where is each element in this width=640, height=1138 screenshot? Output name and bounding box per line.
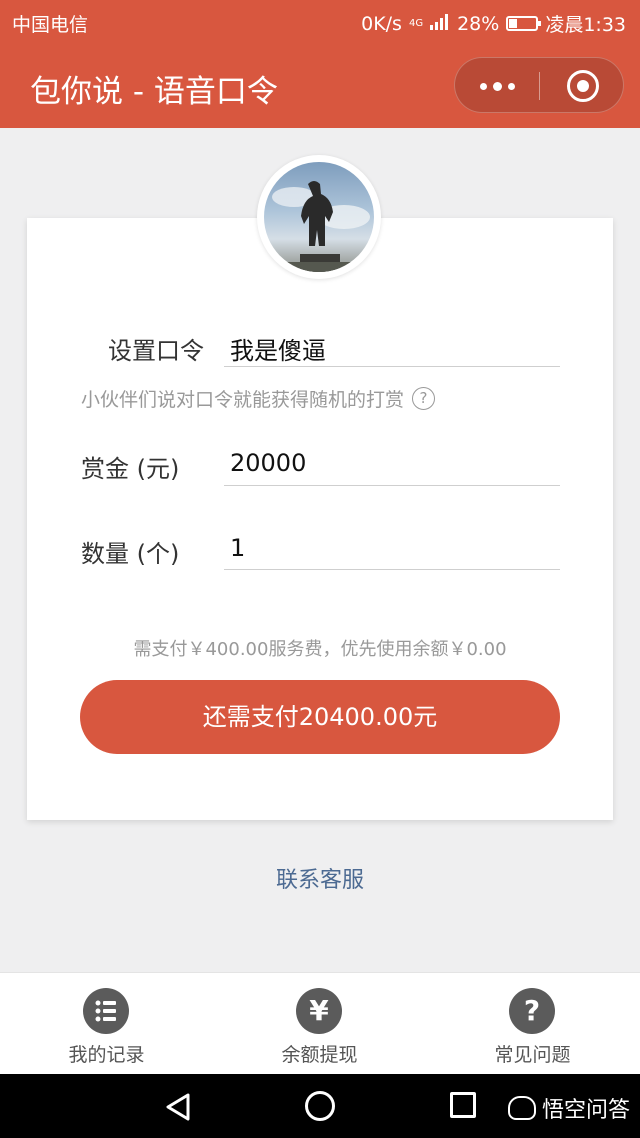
count-input[interactable]: 1 [230, 534, 245, 562]
mini-program-capsule [454, 57, 624, 113]
list-icon [83, 988, 129, 1034]
yuan-icon: ¥ [296, 988, 342, 1034]
tab-withdraw[interactable]: ¥ 余额提现 [213, 973, 426, 1075]
form-card: 设置口令 我是傻逼 小伙伴们说对口令就能获得随机的打赏 ? 赏金 (元) 200… [27, 218, 613, 820]
count-label: 数量 (个) [81, 540, 180, 568]
tab-faq[interactable]: ? 常见问题 [426, 973, 639, 1075]
home-icon[interactable] [305, 1091, 335, 1121]
help-icon[interactable]: ? [412, 387, 436, 410]
password-hint: 小伙伴们说对口令就能获得随机的打赏 ? [81, 385, 436, 412]
wukong-logo-icon [508, 1096, 536, 1120]
recent-apps-icon[interactable] [450, 1092, 476, 1118]
password-input[interactable]: 我是傻逼 [230, 331, 326, 366]
watermark: 悟空问答 [508, 1092, 630, 1124]
network-speed: 0K/s [361, 12, 402, 35]
signal-icon [430, 13, 450, 35]
count-underline [224, 569, 560, 570]
tab-my-records[interactable]: 我的记录 [0, 973, 213, 1075]
carrier-name: 中国电信 [12, 14, 89, 36]
avatar [264, 162, 374, 272]
service-fee-text: 需支付￥400.00服务费，优先使用余额￥0.00 [133, 639, 507, 660]
watermark-text: 悟空问答 [542, 1098, 631, 1123]
password-underline [224, 366, 560, 367]
clock: 凌晨1:33 [545, 14, 626, 36]
back-icon[interactable] [164, 1092, 192, 1122]
contact-service-link[interactable]: 联系客服 [0, 862, 640, 894]
close-mini-program-button[interactable] [567, 70, 599, 102]
tab-bar: 我的记录 ¥ 余额提现 ? 常见问题 [0, 972, 640, 1074]
amount-underline [224, 485, 560, 486]
network-type-icon: 4G [408, 17, 424, 29]
more-menu-button[interactable] [455, 58, 539, 114]
avatar-frame [257, 155, 381, 279]
battery-percent: 28% [457, 12, 500, 35]
password-label: 设置口令 [108, 337, 204, 365]
tab-label: 我的记录 [68, 1044, 145, 1066]
status-bar: 中国电信 0K/s 4G 28% 凌晨1:33 [0, 0, 640, 44]
page-title: 包你说 - 语音口令 [30, 74, 278, 110]
battery-icon [506, 16, 542, 31]
question-icon: ? [509, 988, 555, 1034]
amount-label: 赏金 (元) [81, 455, 180, 483]
system-nav-bar: 悟空问答 [0, 1074, 640, 1138]
tab-label: 余额提现 [281, 1044, 358, 1066]
capsule-divider [539, 72, 540, 100]
pay-button[interactable]: 还需支付20400.00元 [80, 680, 560, 754]
amount-input[interactable]: 20000 [230, 449, 306, 477]
hint-text: 小伙伴们说对口令就能获得随机的打赏 [81, 389, 405, 411]
tab-label: 常见问题 [494, 1044, 571, 1066]
